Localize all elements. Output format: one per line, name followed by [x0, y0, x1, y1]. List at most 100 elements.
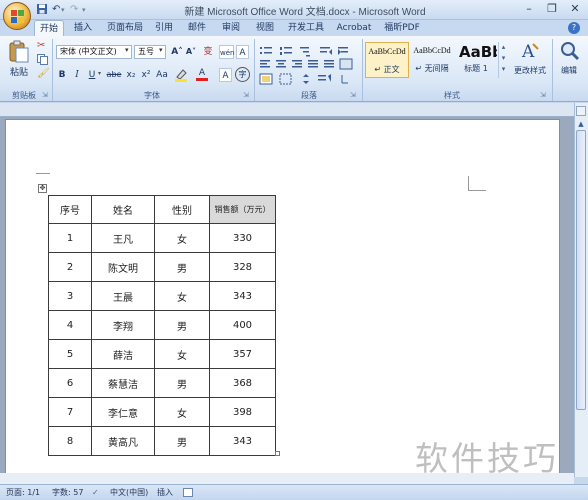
cell[interactable]: 1 — [48, 223, 92, 253]
minimize-button[interactable]: – — [518, 2, 540, 16]
undo-dropdown-icon[interactable]: ▾ — [61, 3, 65, 17]
cell[interactable]: 8 — [48, 426, 92, 456]
change-styles-icon[interactable]: A — [519, 40, 541, 62]
change-case-button[interactable]: Aa — [154, 68, 170, 82]
help-icon[interactable]: ? — [568, 22, 580, 34]
styles-launcher-icon[interactable]: ⇲ — [540, 91, 546, 99]
tab-foxit-pdf[interactable]: 福昕PDF — [382, 20, 422, 37]
change-styles-button[interactable]: 更改样式 — [510, 64, 550, 78]
word-count[interactable]: 字数: 57 — [52, 485, 83, 500]
customize-qat-icon[interactable]: ▾ — [82, 3, 86, 17]
sales-table[interactable]: 序号 姓名 性别 销售额（万元） 1 王凡女 330 2 陈文明男 328 3 王晨女 34… — [48, 195, 276, 456]
cell[interactable]: 3 — [48, 281, 92, 311]
cell[interactable]: 女 — [154, 223, 210, 253]
proofing-icon[interactable]: ✓ — [92, 485, 99, 500]
header-cell[interactable]: 性别 — [154, 195, 210, 224]
cell[interactable]: 王凡 — [91, 223, 155, 253]
cell[interactable]: 蔡慧洁 — [91, 368, 155, 398]
cell[interactable]: 368 — [209, 368, 276, 398]
header-cell[interactable]: 序号 — [48, 195, 92, 224]
paste-icon[interactable] — [7, 40, 31, 64]
superscript-button[interactable]: x² — [139, 68, 153, 82]
copy-icon[interactable] — [37, 54, 49, 66]
underline-dropdown-icon[interactable]: ▾ — [98, 70, 101, 77]
cell[interactable]: 男 — [154, 310, 210, 340]
cell[interactable]: 4 — [48, 310, 92, 340]
cell[interactable]: 黄高凡 — [91, 426, 155, 456]
subscript-button[interactable]: x₂ — [124, 68, 138, 82]
restore-button[interactable]: ❐ — [541, 2, 563, 16]
cell[interactable]: 男 — [154, 426, 210, 456]
style-heading-1[interactable]: AaBb 标题 1 — [455, 42, 497, 78]
insert-mode[interactable]: 插入 — [157, 485, 173, 500]
cell[interactable]: 328 — [209, 252, 276, 282]
undo-button[interactable]: ↶ — [52, 3, 60, 17]
cell[interactable]: 李翔 — [91, 310, 155, 340]
cell[interactable]: 357 — [209, 339, 276, 369]
shrink-font-button[interactable]: A˅ — [184, 45, 198, 59]
cell[interactable]: 王晨 — [91, 281, 155, 311]
cell[interactable]: 男 — [154, 368, 210, 398]
office-button[interactable] — [3, 2, 31, 30]
font-color-button[interactable]: A — [196, 66, 208, 81]
cell[interactable]: 陈文明 — [91, 252, 155, 282]
scroll-up-icon[interactable]: ▲ — [576, 119, 586, 129]
cell[interactable]: 343 — [209, 281, 276, 311]
cell[interactable]: 6 — [48, 368, 92, 398]
macro-record-icon[interactable] — [183, 488, 193, 497]
italic-button[interactable]: I — [71, 68, 83, 82]
cell[interactable]: 男 — [154, 252, 210, 282]
cell[interactable]: 330 — [209, 223, 276, 253]
header-cell[interactable]: 姓名 — [91, 195, 155, 224]
tab-review[interactable]: 审阅 — [218, 20, 244, 37]
font-launcher-icon[interactable]: ⇲ — [243, 91, 249, 99]
cell[interactable]: 女 — [154, 397, 210, 427]
grow-font-button[interactable]: A˄ — [170, 45, 184, 59]
close-button[interactable]: ✕ — [564, 2, 586, 16]
redo-button[interactable]: ↷ — [70, 3, 78, 17]
strikethrough-button[interactable]: abe — [106, 68, 122, 82]
phonetic-guide-button[interactable]: wén — [219, 45, 234, 59]
styles-scroll[interactable]: ▴ ▾ ▾ — [498, 42, 508, 78]
save-icon[interactable] — [36, 3, 48, 17]
ruler-toggle-icon[interactable] — [576, 106, 586, 116]
bold-button[interactable]: B — [56, 68, 68, 82]
highlight-icon[interactable] — [174, 68, 188, 82]
tab-home[interactable]: 开始 — [34, 20, 64, 37]
scrollbar-thumb[interactable] — [576, 130, 586, 410]
font-size-dropdown-icon[interactable]: ▾ — [159, 46, 163, 54]
cut-icon[interactable]: ✂ — [37, 40, 49, 52]
underline-button[interactable]: U — [86, 68, 98, 82]
enclose-characters-button[interactable]: 字 — [235, 67, 250, 82]
header-cell-selected[interactable]: 销售额（万元） — [209, 195, 276, 224]
table-move-handle-icon[interactable]: ✥ — [38, 184, 47, 193]
style-no-spacing[interactable]: AaBbCcDd ↵ 无间隔 — [410, 42, 454, 78]
paste-button[interactable]: 粘贴 — [4, 66, 34, 80]
character-shading-button[interactable]: A — [219, 68, 232, 82]
font-name-box[interactable]: 宋体 (中文正文) — [56, 45, 132, 59]
cell[interactable]: 女 — [154, 281, 210, 311]
tab-references[interactable]: 引用 — [151, 20, 177, 37]
cell[interactable]: 343 — [209, 426, 276, 456]
cell[interactable]: 400 — [209, 310, 276, 340]
paragraph-launcher-icon[interactable]: ⇲ — [350, 91, 356, 99]
cell[interactable]: 薛洁 — [91, 339, 155, 369]
cell[interactable]: 398 — [209, 397, 276, 427]
cell[interactable]: 5 — [48, 339, 92, 369]
table-resize-handle-icon[interactable] — [275, 451, 280, 456]
cell[interactable]: 7 — [48, 397, 92, 427]
clear-formatting-button[interactable]: A — [236, 45, 249, 59]
style-normal[interactable]: AaBbCcDd ↵ 正文 — [365, 42, 409, 78]
clipboard-launcher-icon[interactable]: ⇲ — [42, 91, 48, 99]
editing-button[interactable]: 编辑 — [553, 64, 585, 78]
tab-mailings[interactable]: 邮件 — [184, 20, 210, 37]
cell[interactable]: 李仁意 — [91, 397, 155, 427]
find-icon[interactable] — [559, 40, 581, 62]
cell[interactable]: 女 — [154, 339, 210, 369]
format-painter-icon[interactable]: 🖌 — [37, 68, 50, 80]
cell[interactable]: 2 — [48, 252, 92, 282]
tab-page-layout[interactable]: 页面布局 — [103, 20, 147, 37]
language[interactable]: 中文(中国) — [110, 485, 148, 500]
tab-developer[interactable]: 开发工具 — [286, 20, 326, 37]
font-name-dropdown-icon[interactable]: ▾ — [125, 46, 129, 54]
